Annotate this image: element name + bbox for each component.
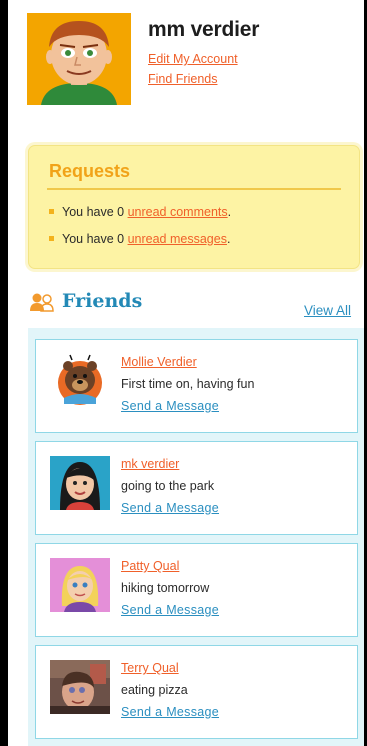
requests-panel: Requests You have 0 unread comments. You… [28,145,360,269]
comments-prefix: You have 0 [62,205,128,219]
unread-messages-link[interactable]: unread messages [128,232,227,246]
friend-avatar[interactable] [50,354,110,408]
requests-title: Requests [49,161,131,181]
send-message-link[interactable]: Send a Message [121,705,219,719]
messages-suffix: . [226,232,231,246]
friend-name-link[interactable]: Mollie Verdier [121,355,197,369]
messages-prefix: You have 0 [62,232,128,246]
left-border [0,0,8,746]
profile-sidebar: mm verdier Edit My Account Find Friends … [8,0,364,746]
profile-avatar[interactable] [27,13,131,105]
friend-status: hiking tomorrow [121,581,210,595]
view-all-friends-link[interactable]: View All [304,303,351,318]
requests-divider [47,188,341,190]
friend-name-link[interactable]: Terry Qual [121,661,179,675]
friend-status: going to the park [121,479,215,493]
bullet-icon [49,209,54,215]
find-friends-link[interactable]: Find Friends [148,72,217,86]
friend-card: Terry Qual eating pizza Send a Message [35,645,358,739]
friends-list: Mollie Verdier First time on, having fun… [28,328,364,746]
friend-status: First time on, having fun [121,377,255,391]
unread-comments-line: You have 0 unread comments. [49,205,231,219]
friend-card: Patty Qual hiking tomorrow Send a Messag… [35,543,358,637]
edit-account-link[interactable]: Edit My Account [148,52,238,66]
friend-avatar[interactable] [50,456,110,510]
bullet-icon [49,236,54,242]
friend-name-link[interactable]: mk verdier [121,457,179,471]
friends-icon [29,292,55,312]
comments-suffix: . [227,205,232,219]
friend-card: Mollie Verdier First time on, having fun… [35,339,358,433]
friend-card: mk verdier going to the park Send a Mess… [35,441,358,535]
friend-status: eating pizza [121,683,188,697]
send-message-link[interactable]: Send a Message [121,603,219,617]
friend-name-link[interactable]: Patty Qual [121,559,179,573]
unread-messages-line: You have 0 unread messages. [49,232,230,246]
profile-name: mm verdier [148,18,260,41]
friend-avatar[interactable] [50,660,110,714]
send-message-link[interactable]: Send a Message [121,399,219,413]
send-message-link[interactable]: Send a Message [121,501,219,515]
friends-title: Friends [62,290,143,312]
friend-avatar[interactable] [50,558,110,612]
unread-comments-link[interactable]: unread comments [128,205,228,219]
